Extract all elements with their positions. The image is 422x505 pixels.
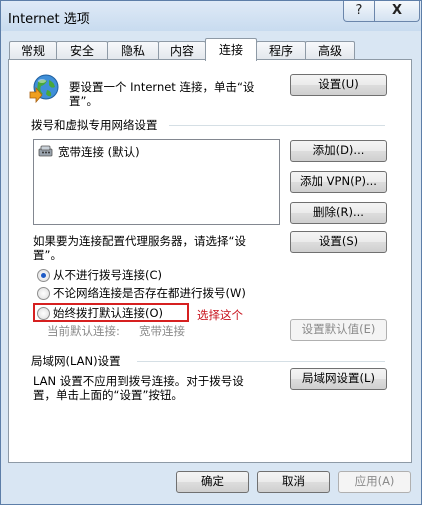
help-button[interactable]: ?	[343, 1, 375, 22]
dialup-connection-icon	[38, 144, 54, 158]
remove-button[interactable]: 删除(R)...	[290, 202, 387, 224]
add-vpn-button[interactable]: 添加 VPN(P)...	[290, 171, 387, 193]
lan-settings-button[interactable]: 局域网设置(L)	[290, 368, 387, 390]
proxy-instruction-line1: 如果要为连接配置代理服务器，请选择“设	[33, 234, 246, 248]
tab-security[interactable]: 安全	[56, 41, 108, 60]
radio-dial-whenever[interactable]	[37, 287, 50, 300]
tab-content[interactable]: 内容	[158, 41, 206, 60]
connections-listbox[interactable]: 宽带连接 (默认)	[33, 139, 280, 225]
title-bar[interactable]: Internet 选项 ? X	[1, 1, 421, 31]
set-default-button[interactable]: 设置默认值(E)	[290, 319, 387, 341]
tab-programs[interactable]: 程序	[256, 41, 306, 60]
window-title: Internet 选项	[8, 12, 90, 27]
lan-section-heading: 局域网(LAN)设置	[31, 354, 121, 368]
connection-item-broadband[interactable]: 宽带连接 (默认)	[58, 144, 140, 160]
tab-strip: 常规 安全 隐私 内容 连接 程序 高级	[9, 38, 409, 61]
add-button[interactable]: 添加(D)...	[290, 140, 387, 162]
internet-options-dialog: Internet 选项 ? X 常规 安全 隐私 内容 连接 程序 高级 要设置…	[0, 0, 422, 505]
tab-privacy[interactable]: 隐私	[107, 41, 159, 60]
radio-always-dial-default-label[interactable]: 始终拨打默认连接(O)	[53, 305, 163, 321]
proxy-settings-button[interactable]: 设置(S)	[290, 231, 387, 253]
tab-connections[interactable]: 连接	[205, 38, 257, 61]
radio-never-dial-label[interactable]: 从不进行拨号连接(C)	[53, 267, 162, 283]
globe-icon	[27, 72, 61, 106]
radio-always-dial-default[interactable]	[37, 307, 50, 320]
radio-dial-whenever-label[interactable]: 不论网络连接是否存在都进行拨号(W)	[53, 285, 246, 301]
setup-button[interactable]: 设置(U)	[290, 74, 387, 96]
dialup-separator	[169, 125, 385, 126]
dialup-section-heading: 拨号和虚拟专用网络设置	[31, 118, 158, 132]
lan-separator	[137, 361, 385, 362]
tab-general[interactable]: 常规	[9, 41, 57, 60]
current-default-label: 当前默认连接:	[47, 324, 120, 338]
cancel-button[interactable]: 取消	[257, 471, 330, 493]
close-button[interactable]: X	[374, 1, 420, 22]
lan-instruction-line2: 置，单击上面的“设置”按钮。	[33, 388, 183, 402]
setup-instruction-line2: 置”。	[69, 94, 98, 108]
annotation-select-this: 选择这个	[197, 308, 243, 322]
proxy-instruction-line2: 置”。	[33, 248, 62, 262]
radio-never-dial[interactable]	[37, 269, 50, 282]
apply-button[interactable]: 应用(A)	[338, 471, 411, 493]
connections-panel: 要设置一个 Internet 连接，单击“设 置”。 设置(U) 拨号和虚拟专用…	[8, 59, 412, 463]
current-default-value: 宽带连接	[139, 324, 185, 338]
tab-advanced[interactable]: 高级	[305, 41, 355, 60]
ok-button[interactable]: 确定	[176, 471, 249, 493]
